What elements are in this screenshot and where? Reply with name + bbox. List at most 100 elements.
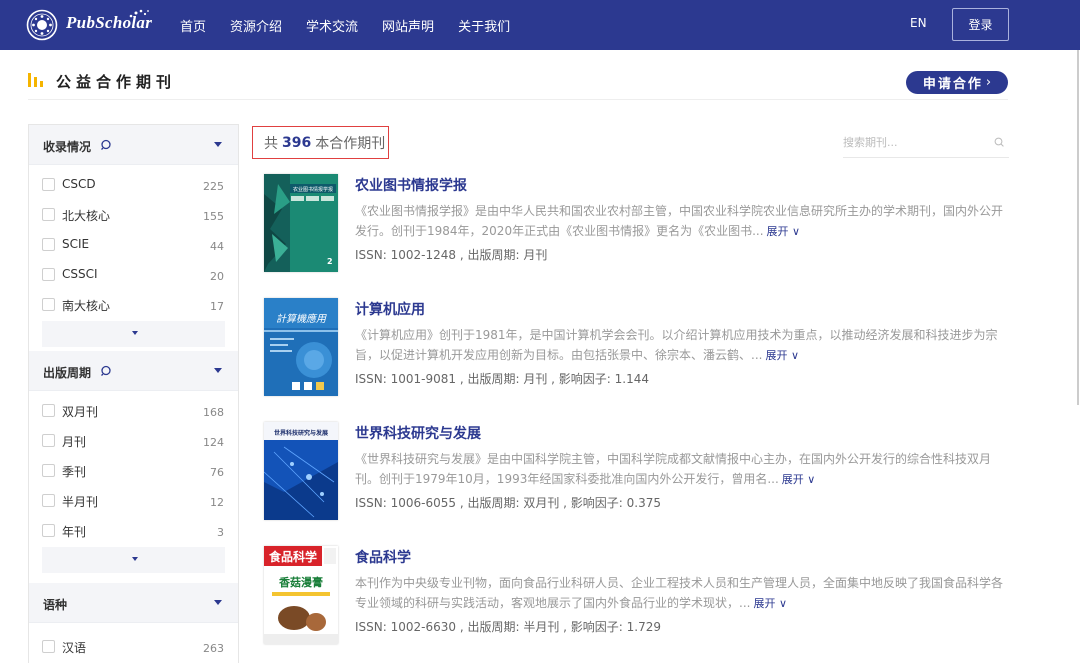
journal-meta: ISSN: 1002-1248 , 出版周期: 月刊	[355, 248, 548, 262]
option-label: CSCD	[62, 177, 96, 191]
description-text: 《世界科技研究与发展》是由中国科学院主管，中国科学院成都文献情报中心主办，在国内…	[355, 452, 992, 486]
show-more-button[interactable]	[42, 321, 225, 347]
option-count: 3	[217, 526, 224, 539]
filter-option[interactable]: CSCD 225	[29, 169, 238, 199]
filter-option[interactable]: 汉语 263	[29, 631, 238, 661]
option-count: 17	[210, 300, 224, 313]
option-label: 汉语	[62, 641, 87, 655]
journal-title[interactable]: 世界科技研究与发展	[355, 423, 481, 443]
journal-cover[interactable]: 农业图书情报学报 2	[264, 174, 338, 272]
filter-group-header-frequency[interactable]: 出版周期	[29, 351, 238, 391]
option-label: CSSCI	[62, 267, 98, 281]
journal-title[interactable]: 农业图书情报学报	[355, 175, 467, 195]
checkbox[interactable]	[42, 494, 55, 507]
journal-meta: ISSN: 1002-6630 , 出版周期: 半月刊 , 影响因子: 1.72…	[355, 620, 661, 634]
count-prefix: 共	[264, 135, 278, 152]
journal-meta: ISSN: 1001-9081 , 出版周期: 月刊 , 影响因子: 1.144	[355, 372, 649, 386]
caret-down-icon[interactable]	[214, 368, 222, 373]
filter-group-label: 收录情况	[43, 140, 92, 154]
expand-button[interactable]: 展开 ∨	[767, 225, 801, 238]
svg-text:食品科学: 食品科学	[268, 549, 317, 564]
filter-option[interactable]: 北大核心 155	[29, 199, 238, 229]
journal-meta: ISSN: 1006-6055 , 出版周期: 双月刊 , 影响因子: 0.37…	[355, 496, 661, 510]
nav-about[interactable]: 关于我们	[458, 16, 510, 35]
page-title: 公益合作期刊	[56, 73, 177, 91]
count-suffix: 本合作期刊	[315, 135, 386, 152]
svg-text:2: 2	[327, 257, 333, 266]
journal-cover[interactable]: 計算機應用	[264, 298, 338, 396]
chevron-right-icon: ›	[985, 75, 992, 90]
expand-button[interactable]: 展开 ∨	[765, 349, 799, 362]
checkbox[interactable]	[42, 640, 55, 653]
filter-option[interactable]: 季刊 76	[29, 455, 238, 485]
checkbox[interactable]	[42, 298, 55, 311]
apply-cooperation-button[interactable]: 申请合作 ›	[906, 71, 1008, 94]
journal-item: 世界科技研究与发展 世界科技研究与发展 《世界科技研究与发展》是由中国科学院主管…	[264, 422, 1009, 532]
expand-button[interactable]: 展开 ∨	[753, 597, 787, 610]
journal-title[interactable]: 计算机应用	[355, 299, 425, 319]
journal-item: 农业图书情报学报 2 农业图书情报学报 《农业图书情报学报》是由中华人民共和国农…	[264, 174, 1009, 284]
option-count: 20	[210, 270, 224, 283]
nav-statement[interactable]: 网站声明	[382, 16, 434, 35]
option-count: 155	[203, 210, 224, 223]
search-icon[interactable]	[100, 139, 112, 151]
description-text: 本刊作为中央级专业刊物，面向食品行业科研人员、企业工程技术人员和生产管理人员，全…	[355, 576, 1004, 610]
caret-down-icon	[132, 331, 138, 335]
option-count: 225	[203, 180, 224, 193]
filter-group-label: 语种	[43, 598, 68, 612]
checkbox[interactable]	[42, 524, 55, 537]
checkbox[interactable]	[42, 434, 55, 447]
filter-option[interactable]: 双月刊 168	[29, 395, 238, 425]
nav-academic[interactable]: 学术交流	[306, 16, 358, 35]
filter-option[interactable]: 南大核心 17	[29, 289, 238, 319]
caret-down-icon[interactable]	[214, 142, 222, 147]
brand-dots-icon	[129, 9, 149, 18]
filter-option[interactable]: 月刊 124	[29, 425, 238, 455]
filter-option[interactable]: 年刊 3	[29, 515, 238, 545]
option-count: 168	[203, 406, 224, 419]
nav-home[interactable]: 首页	[180, 16, 206, 35]
svg-text:世界科技研究与发展: 世界科技研究与发展	[274, 429, 328, 437]
journal-description: 《计算机应用》创刊于1981年，是中国计算机学会会刊。以介绍计算机应用技术为重点…	[355, 325, 1009, 366]
option-count: 12	[210, 496, 224, 509]
filter-group-label: 出版周期	[43, 366, 92, 380]
cas-logo-icon[interactable]	[26, 9, 58, 41]
filter-option[interactable]: CSSCI 20	[29, 259, 238, 289]
checkbox[interactable]	[42, 464, 55, 477]
search-icon[interactable]	[100, 365, 112, 377]
checkbox[interactable]	[42, 268, 55, 281]
section-header: 公益合作期刊 申请合作 ›	[28, 68, 1008, 100]
journal-title[interactable]: 食品科学	[355, 547, 411, 567]
filter-option[interactable]: SCIE 44	[29, 229, 238, 259]
login-button[interactable]: 登录	[952, 8, 1009, 41]
language-switch[interactable]: EN	[910, 16, 927, 30]
expand-button[interactable]: 展开 ∨	[782, 473, 816, 486]
option-count: 124	[203, 436, 224, 449]
checkbox[interactable]	[42, 208, 55, 221]
filter-group-header-language[interactable]: 语种	[29, 583, 238, 623]
nav-resources[interactable]: 资源介绍	[230, 16, 282, 35]
journal-description: 《世界科技研究与发展》是由中国科学院主管，中国科学院成都文献情报中心主办，在国内…	[355, 449, 1009, 490]
filter-option[interactable]: 半月刊 12	[29, 485, 238, 515]
checkbox[interactable]	[42, 238, 55, 251]
journal-search-input[interactable]	[843, 132, 983, 152]
scrollbar[interactable]	[1077, 50, 1079, 405]
journal-cover[interactable]: 食品科学 香菇漫膏	[264, 546, 338, 644]
checkbox[interactable]	[42, 178, 55, 191]
option-label: SCIE	[62, 237, 90, 251]
svg-text:計算機應用: 計算機應用	[276, 313, 327, 325]
filter-sidebar: 收录情况 CSCD 225 北大核心 155 SCIE 44 CSSCI 20 南大核心…	[28, 124, 239, 663]
caret-down-icon	[132, 557, 138, 561]
filter-group-header-indexing[interactable]: 收录情况	[29, 125, 238, 165]
journal-item: 食品科学 香菇漫膏 食品科学 本刊作为中央级专业刊物，面向食品行业科研人员、企业…	[264, 546, 1009, 656]
description-text: 《计算机应用》创刊于1981年，是中国计算机学会会刊。以介绍计算机应用技术为重点…	[355, 328, 998, 362]
option-count: 76	[210, 466, 224, 479]
caret-down-icon[interactable]	[214, 600, 222, 605]
show-more-button[interactable]	[42, 547, 225, 573]
search-icon[interactable]	[994, 137, 1004, 147]
checkbox[interactable]	[42, 404, 55, 417]
journal-cover[interactable]: 世界科技研究与发展	[264, 422, 338, 520]
main-menu: 首页 资源介绍 学术交流 网站声明 关于我们	[168, 0, 534, 50]
journal-search	[843, 128, 1009, 158]
option-label: 季刊	[62, 465, 87, 479]
